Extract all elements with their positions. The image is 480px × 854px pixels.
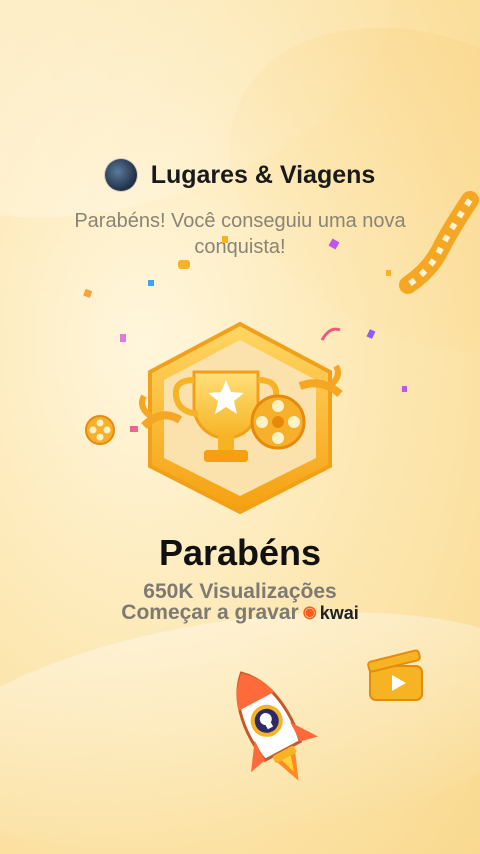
rocket-icon [236, 671, 319, 781]
video-clapper-icon [367, 649, 423, 701]
film-reel-icon [85, 415, 115, 445]
start-recording-link[interactable]: Começar a gravar ◉ kwai [0, 601, 480, 625]
kwai-logo: ◉ kwai [303, 603, 359, 624]
trophy-badge-icon [139, 321, 343, 515]
achievement-headline: Parabéns [158, 532, 322, 573]
kwai-logo-icon: ◉ [302, 604, 317, 621]
kwai-brand-text: kwai [319, 602, 359, 623]
start-recording-label: Começar a gravar [121, 601, 299, 624]
achievement-screen: { "header": { "title": "Lugares & Viagen… [0, 0, 480, 854]
